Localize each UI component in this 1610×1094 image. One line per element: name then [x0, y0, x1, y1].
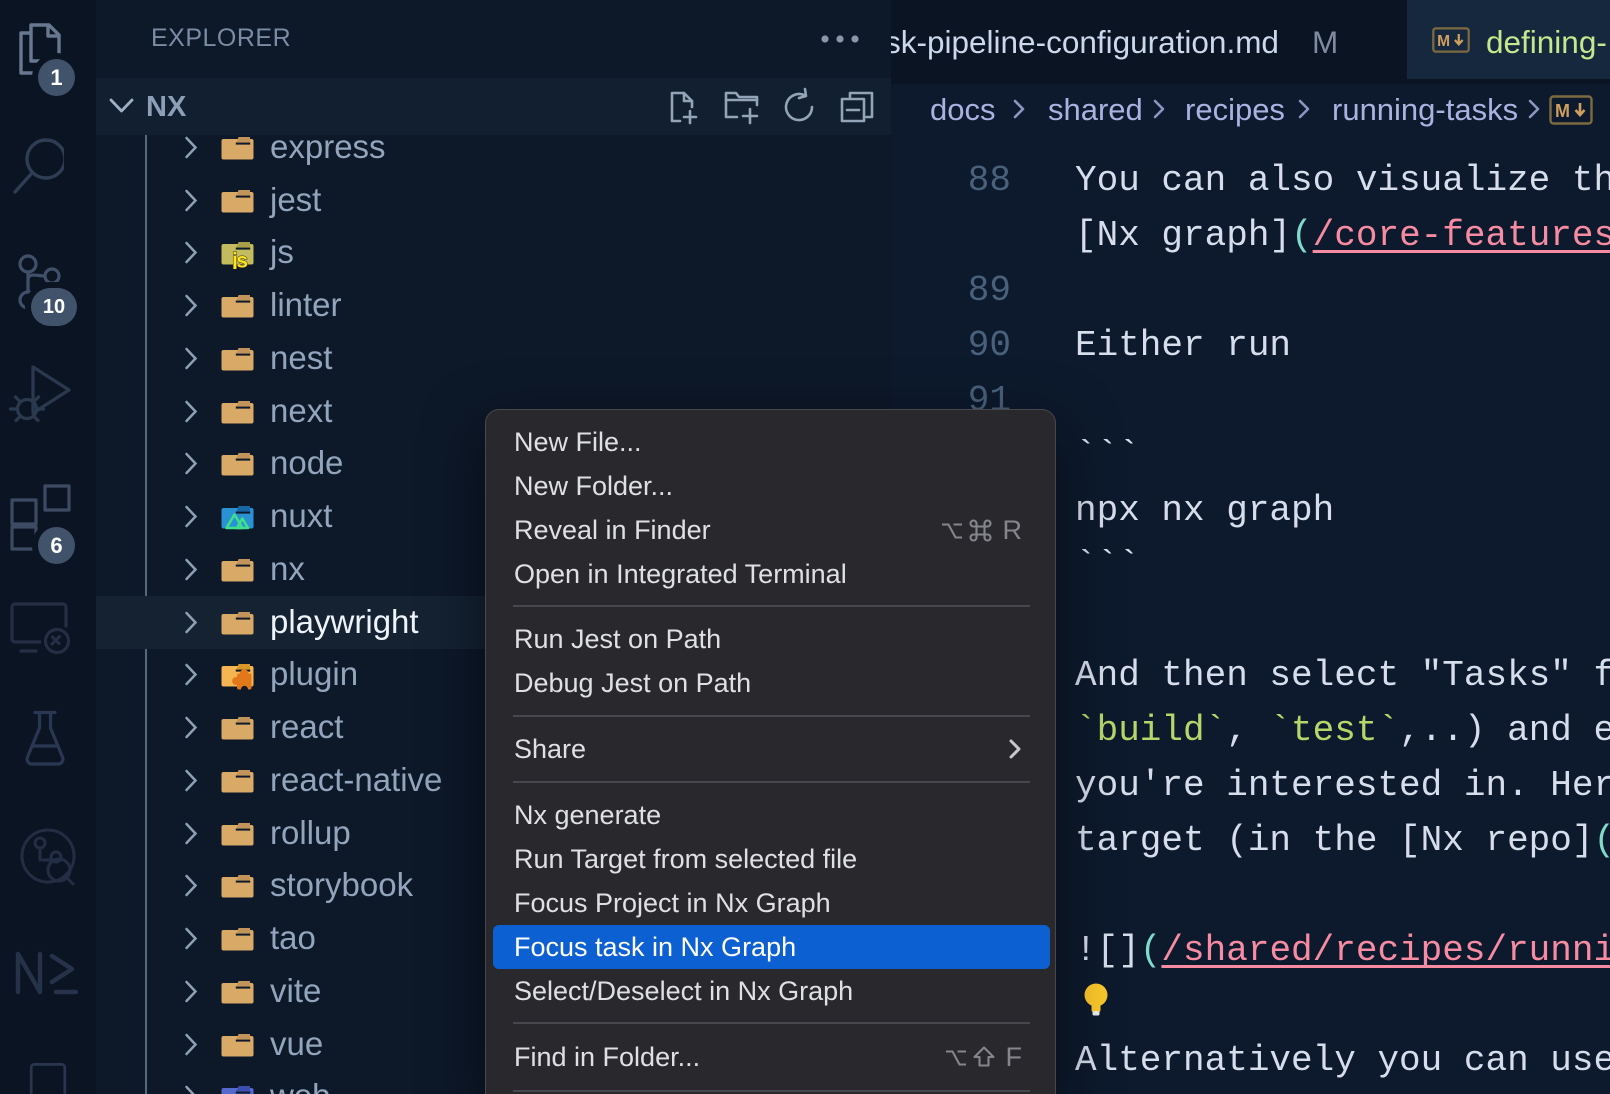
svg-text:js: js: [231, 250, 247, 270]
svg-text:M: M: [1437, 33, 1450, 50]
svg-text:M: M: [1555, 101, 1570, 121]
